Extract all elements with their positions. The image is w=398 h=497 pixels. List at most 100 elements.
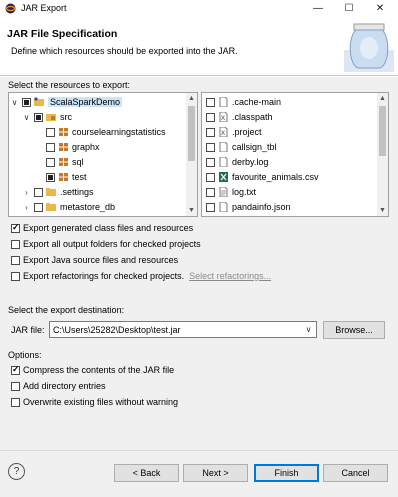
export-source-files-option[interactable]: Export Java source files and resources: [11, 254, 178, 266]
tree-checkbox[interactable]: [34, 202, 43, 212]
finish-button[interactable]: Finish: [254, 464, 319, 482]
scroll-up-icon[interactable]: ▲: [377, 93, 388, 104]
help-icon[interactable]: ?: [8, 463, 25, 480]
file-label: derby.log: [232, 157, 269, 167]
resource-file-list[interactable]: .cache-main X .classpath X .project call…: [201, 92, 389, 217]
tree-item-label: graphx: [72, 142, 100, 152]
scrollbar-thumb[interactable]: [379, 106, 386, 156]
jar-file-input[interactable]: C:\Users\25282\Desktop\test.jar: [53, 325, 181, 335]
tree-item-label: test: [72, 172, 87, 182]
tree-item-label: sql: [72, 157, 84, 167]
directory-entries-checkbox[interactable]: [11, 381, 20, 391]
tree-item-label: metastore_db: [60, 202, 116, 212]
export-class-files-checkbox[interactable]: [11, 222, 20, 233]
tree-item-project[interactable]: ∨ ScalaSparkDemo: [10, 95, 123, 109]
export-class-files-option[interactable]: Export generated class files and resourc…: [11, 222, 193, 234]
file-item[interactable]: X .classpath: [206, 110, 273, 124]
tree-item-label: courselearningstatistics: [72, 127, 166, 137]
package-folder-icon: [46, 114, 56, 121]
maximize-icon[interactable]: ☐: [334, 0, 364, 18]
file-icon: [219, 97, 228, 107]
file-label: .cache-main: [232, 97, 282, 107]
cancel-button[interactable]: Cancel: [323, 464, 388, 482]
overwrite-checkbox[interactable]: [11, 397, 20, 407]
back-button[interactable]: < Back: [114, 464, 179, 482]
file-checkbox[interactable]: [206, 157, 215, 167]
export-output-folders-option[interactable]: Export all output folders for checked pr…: [11, 238, 201, 250]
file-checkbox[interactable]: [206, 202, 215, 212]
tree-checkbox[interactable]: [34, 112, 43, 122]
export-refactorings-option[interactable]: Export refactorings for checked projects…: [11, 270, 271, 282]
xml-file-icon: X: [219, 112, 228, 122]
divider: [0, 450, 398, 451]
file-item[interactable]: pandainfo.json: [206, 200, 291, 214]
file-item[interactable]: callsign_tbl: [206, 140, 277, 154]
tree-item-folder[interactable]: › metastore_db: [22, 200, 115, 214]
file-checkbox[interactable]: [206, 187, 215, 197]
file-icon: [219, 142, 228, 152]
tree-checkbox[interactable]: [46, 142, 55, 152]
tree-item-package[interactable]: test: [34, 170, 87, 184]
file-item[interactable]: derby.log: [206, 155, 268, 169]
next-button[interactable]: Next >: [183, 464, 248, 482]
export-source-files-checkbox[interactable]: [11, 255, 20, 265]
tree-item-package[interactable]: courselearningstatistics: [34, 125, 166, 139]
file-item[interactable]: .cache-main: [206, 95, 281, 109]
file-label: log.txt: [232, 187, 257, 197]
file-checkbox[interactable]: [206, 142, 215, 152]
select-refactorings-link[interactable]: Select refactorings...: [189, 271, 271, 281]
scroll-down-icon[interactable]: ▼: [377, 205, 388, 216]
expanded-arrow-icon[interactable]: ∨: [22, 113, 31, 122]
xml-file-icon: X: [219, 127, 228, 137]
compress-checkbox[interactable]: [11, 364, 20, 375]
file-item[interactable]: favourite_animals.csv: [206, 170, 319, 184]
tree-checkbox[interactable]: [22, 97, 31, 107]
package-icon: [59, 143, 68, 151]
option-label: Export Java source files and resources: [23, 255, 179, 265]
scroll-down-icon[interactable]: ▼: [186, 205, 197, 216]
expanded-arrow-icon[interactable]: ∨: [10, 98, 19, 107]
folder-icon: [46, 188, 56, 196]
jar-file-label: JAR file:: [11, 325, 45, 335]
tree-item-package[interactable]: graphx: [34, 140, 100, 154]
package-icon: [59, 128, 68, 136]
close-icon[interactable]: ✕: [365, 0, 395, 18]
tree-item-label: .settings: [60, 187, 94, 197]
overwrite-option[interactable]: Overwrite existing files without warning: [11, 396, 178, 408]
jar-file-combobox[interactable]: C:\Users\25282\Desktop\test.jar ∨: [49, 321, 317, 338]
file-label: favourite_animals.csv: [232, 172, 319, 182]
export-output-folders-checkbox[interactable]: [11, 239, 20, 249]
resources-label: Select the resources to export:: [8, 80, 131, 90]
option-label: Export refactorings for checked projects…: [23, 271, 185, 281]
chevron-down-icon[interactable]: ∨: [303, 324, 314, 335]
collapsed-arrow-icon[interactable]: ›: [22, 188, 31, 197]
collapsed-arrow-icon[interactable]: ›: [22, 203, 31, 212]
scrollbar-thumb[interactable]: [188, 106, 195, 161]
tree-item-package[interactable]: sql: [34, 155, 84, 169]
file-list-scrollbar[interactable]: ▲ ▼: [377, 93, 388, 216]
tree-checkbox[interactable]: [46, 127, 55, 137]
option-label: Compress the contents of the JAR file: [23, 365, 175, 375]
tree-checkbox[interactable]: [34, 187, 43, 197]
tree-item-src[interactable]: ∨ src: [22, 110, 72, 124]
minimize-icon[interactable]: —: [303, 0, 333, 18]
file-checkbox[interactable]: [206, 97, 215, 107]
directory-entries-option[interactable]: Add directory entries: [11, 380, 106, 392]
option-label: Overwrite existing files without warning: [23, 397, 179, 407]
file-checkbox[interactable]: [206, 172, 215, 182]
file-icon: [219, 202, 228, 212]
tree-item-folder[interactable]: › .settings: [22, 185, 94, 199]
tree-scrollbar[interactable]: ▲ ▼: [186, 93, 197, 216]
tree-checkbox[interactable]: [46, 157, 55, 167]
file-checkbox[interactable]: [206, 112, 215, 122]
tree-checkbox[interactable]: [46, 172, 55, 182]
file-item[interactable]: log.txt: [206, 185, 256, 199]
file-checkbox[interactable]: [206, 127, 215, 137]
compress-option[interactable]: Compress the contents of the JAR file: [11, 364, 174, 376]
browse-button[interactable]: Browse...: [323, 321, 385, 339]
resource-tree[interactable]: ∨ ScalaSparkDemo ∨ src courselearningsta…: [8, 92, 198, 217]
scroll-up-icon[interactable]: ▲: [186, 93, 197, 104]
package-icon: [59, 173, 68, 181]
file-item[interactable]: X .project: [206, 125, 262, 139]
export-refactorings-checkbox[interactable]: [11, 271, 20, 281]
